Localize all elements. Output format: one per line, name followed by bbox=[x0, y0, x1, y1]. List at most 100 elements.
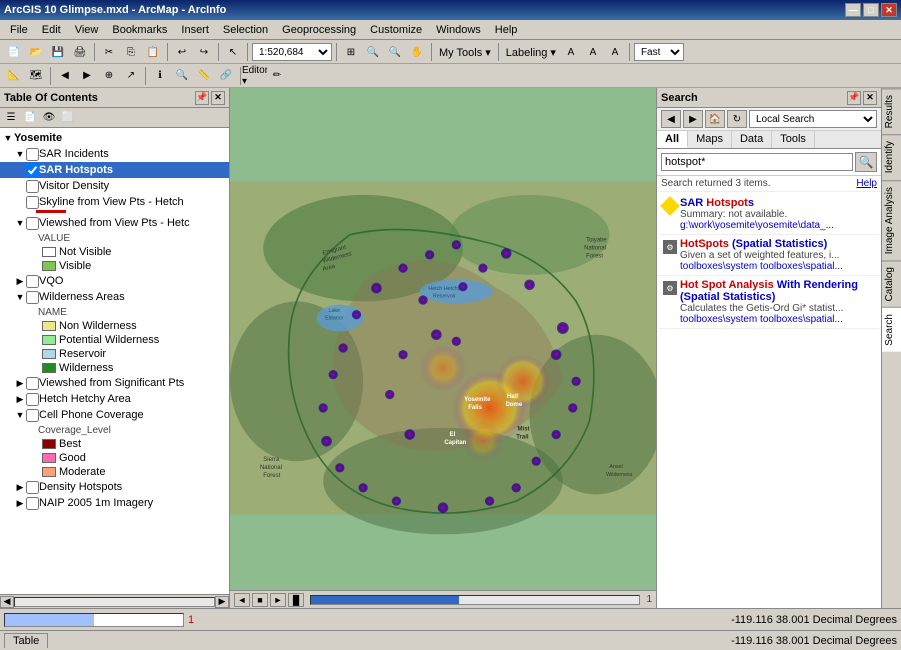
search-tab-data[interactable]: Data bbox=[732, 131, 772, 148]
toc-source-view[interactable]: 📄 bbox=[21, 110, 39, 126]
redo-button[interactable]: ↪ bbox=[194, 42, 214, 62]
toc-expand-hetch[interactable]: ▶ bbox=[14, 394, 26, 405]
toc-hetch-hetchy[interactable]: ▶ Hetch Hetchy Area bbox=[0, 391, 229, 407]
search-location-combo[interactable]: Local Search bbox=[749, 110, 877, 128]
label-btn-a[interactable]: A bbox=[561, 42, 581, 62]
search-pin-button[interactable]: 📌 bbox=[847, 91, 861, 105]
toc-checkbox-skyline[interactable] bbox=[26, 196, 39, 209]
maximize-button[interactable]: □ bbox=[863, 3, 879, 17]
right-tab-results[interactable]: Results bbox=[882, 88, 901, 134]
pointer-button[interactable]: ↖ bbox=[223, 42, 243, 62]
menu-geoprocessing[interactable]: Geoprocessing bbox=[276, 22, 362, 38]
toc-sar-incidents[interactable]: ▼ SAR Incidents bbox=[0, 146, 229, 162]
labeling-label[interactable]: Labeling ▾ bbox=[503, 46, 559, 59]
toc-pin-button[interactable]: 📌 bbox=[195, 91, 209, 105]
search-back-button[interactable]: ◀ bbox=[661, 110, 681, 128]
map-record-button[interactable]: ▐▌ bbox=[288, 593, 304, 607]
toc-checkbox-hetch[interactable] bbox=[26, 393, 39, 406]
toc-wilderness-areas[interactable]: ▼ Wilderness Areas bbox=[0, 289, 229, 305]
search-result-2[interactable]: ⚙ HotSpots (Spatial Statistics) Given a … bbox=[659, 235, 879, 276]
toc-root-yosemite[interactable]: ▼ Yosemite bbox=[0, 130, 229, 146]
search-result-3[interactable]: ⚙ Hot Spot Analysis With Rendering (Spat… bbox=[659, 276, 879, 329]
menu-customize[interactable]: Customize bbox=[364, 22, 428, 38]
data-view-button[interactable]: 🗺 bbox=[26, 66, 46, 86]
right-tab-image-analysis[interactable]: Image Analysis bbox=[882, 180, 901, 260]
toc-list-view[interactable]: ☰ bbox=[2, 110, 20, 126]
save-button[interactable]: 💾 bbox=[48, 42, 68, 62]
zoom-in-button[interactable]: 🔍 bbox=[363, 42, 383, 62]
menu-selection[interactable]: Selection bbox=[217, 22, 274, 38]
label-btn-c[interactable]: A bbox=[605, 42, 625, 62]
search-home-button[interactable]: 🏠 bbox=[705, 110, 725, 128]
menu-help[interactable]: Help bbox=[489, 22, 524, 38]
toc-expand-viewshed[interactable]: ▼ bbox=[14, 218, 26, 228]
map-prev-button[interactable]: ◄ bbox=[234, 593, 250, 607]
toc-checkbox-naip[interactable] bbox=[26, 497, 39, 510]
search-close-button[interactable]: ✕ bbox=[863, 91, 877, 105]
toc-selection-view[interactable]: ⬜ bbox=[59, 110, 77, 126]
identify-button[interactable]: ℹ bbox=[150, 66, 170, 86]
cut-button[interactable]: ✂ bbox=[99, 42, 119, 62]
menu-bookmarks[interactable]: Bookmarks bbox=[106, 22, 173, 38]
menu-edit[interactable]: Edit bbox=[36, 22, 67, 38]
toc-checkbox-viewshed[interactable] bbox=[26, 217, 39, 230]
toc-expand-naip[interactable]: ▶ bbox=[14, 498, 26, 509]
toc-visibility-view[interactable]: 👁 bbox=[40, 110, 58, 126]
toc-expand-yosemite[interactable]: ▼ bbox=[2, 133, 14, 143]
toc-checkbox-density[interactable] bbox=[26, 481, 39, 494]
toc-expand-viewshed-sig[interactable]: ▶ bbox=[14, 378, 26, 389]
toc-hscroll-track[interactable] bbox=[14, 597, 215, 607]
search-result-1[interactable]: SAR Hotspots Summary: not available. g:\… bbox=[659, 194, 879, 235]
right-tab-catalog[interactable]: Catalog bbox=[882, 260, 901, 307]
next-extent-button[interactable]: ▶ bbox=[77, 66, 97, 86]
search-go-button[interactable]: 🔍 bbox=[855, 152, 877, 172]
pan-button[interactable]: ✋ bbox=[407, 42, 427, 62]
fast-combo[interactable]: Fast bbox=[634, 43, 684, 61]
toc-expand-cell[interactable]: ▼ bbox=[14, 410, 26, 420]
map-next-button[interactable]: ► bbox=[270, 593, 286, 607]
toc-expand-sar[interactable]: ▼ bbox=[14, 149, 26, 159]
toc-checkbox-visitor-density[interactable] bbox=[26, 180, 39, 193]
toc-sar-hotspots[interactable]: SAR Hotspots bbox=[0, 162, 229, 178]
find-button[interactable]: 🔍 bbox=[172, 66, 192, 86]
toc-viewshed[interactable]: ▼ Viewshed from View Pts - Hetc bbox=[0, 215, 229, 231]
toc-density-hotspots[interactable]: ▶ Density Hotspots bbox=[0, 479, 229, 495]
print-button[interactable]: 🖨 bbox=[70, 42, 90, 62]
search-help-link[interactable]: Help bbox=[856, 178, 877, 189]
toc-vqo[interactable]: ▶ VQO bbox=[0, 273, 229, 289]
paste-button[interactable]: 📋 bbox=[143, 42, 163, 62]
toc-scroll-right[interactable]: ▶ bbox=[215, 596, 229, 608]
right-tab-identify[interactable]: Identify bbox=[882, 134, 901, 179]
search-tab-maps[interactable]: Maps bbox=[688, 131, 732, 148]
map-progress-bar[interactable] bbox=[310, 595, 640, 605]
map-stop-button[interactable]: ■ bbox=[252, 593, 268, 607]
layout-view-button[interactable]: 📐 bbox=[4, 66, 24, 86]
undo-button[interactable]: ↩ bbox=[172, 42, 192, 62]
label-btn-b[interactable]: A bbox=[583, 42, 603, 62]
zoom-full-button[interactable]: ⊞ bbox=[341, 42, 361, 62]
close-button[interactable]: ✕ bbox=[881, 3, 897, 17]
select-button[interactable]: ↗ bbox=[121, 66, 141, 86]
toc-checkbox-sar-hotspots[interactable] bbox=[26, 164, 39, 177]
toc-visitor-density[interactable]: Visitor Density bbox=[0, 178, 229, 194]
menu-insert[interactable]: Insert bbox=[175, 22, 215, 38]
toc-viewshed-sig[interactable]: ▶ Viewshed from Significant Pts bbox=[0, 375, 229, 391]
search-tab-tools[interactable]: Tools bbox=[772, 131, 815, 148]
toc-skyline[interactable]: Skyline from View Pts - Hetch bbox=[0, 194, 229, 210]
toc-checkbox-vqo[interactable] bbox=[26, 275, 39, 288]
toc-cell-phone[interactable]: ▼ Cell Phone Coverage bbox=[0, 407, 229, 423]
menu-windows[interactable]: Windows bbox=[430, 22, 487, 38]
full-extent-button[interactable]: ⊕ bbox=[99, 66, 119, 86]
table-tab[interactable]: Table bbox=[4, 633, 48, 648]
toc-close-button[interactable]: ✕ bbox=[211, 91, 225, 105]
search-input-field[interactable] bbox=[661, 153, 853, 171]
measure-button[interactable]: 📏 bbox=[194, 66, 214, 86]
new-button[interactable]: 📄 bbox=[4, 42, 24, 62]
toc-scroll-left[interactable]: ◀ bbox=[0, 596, 14, 608]
search-forward-button[interactable]: ▶ bbox=[683, 110, 703, 128]
editor-dropdown[interactable]: Editor ▾ bbox=[245, 66, 265, 86]
right-tab-search[interactable]: Search bbox=[882, 307, 901, 352]
mytools-label[interactable]: My Tools ▾ bbox=[436, 46, 494, 59]
toc-naip[interactable]: ▶ NAIP 2005 1m Imagery bbox=[0, 495, 229, 511]
copy-button[interactable]: ⎘ bbox=[121, 42, 141, 62]
